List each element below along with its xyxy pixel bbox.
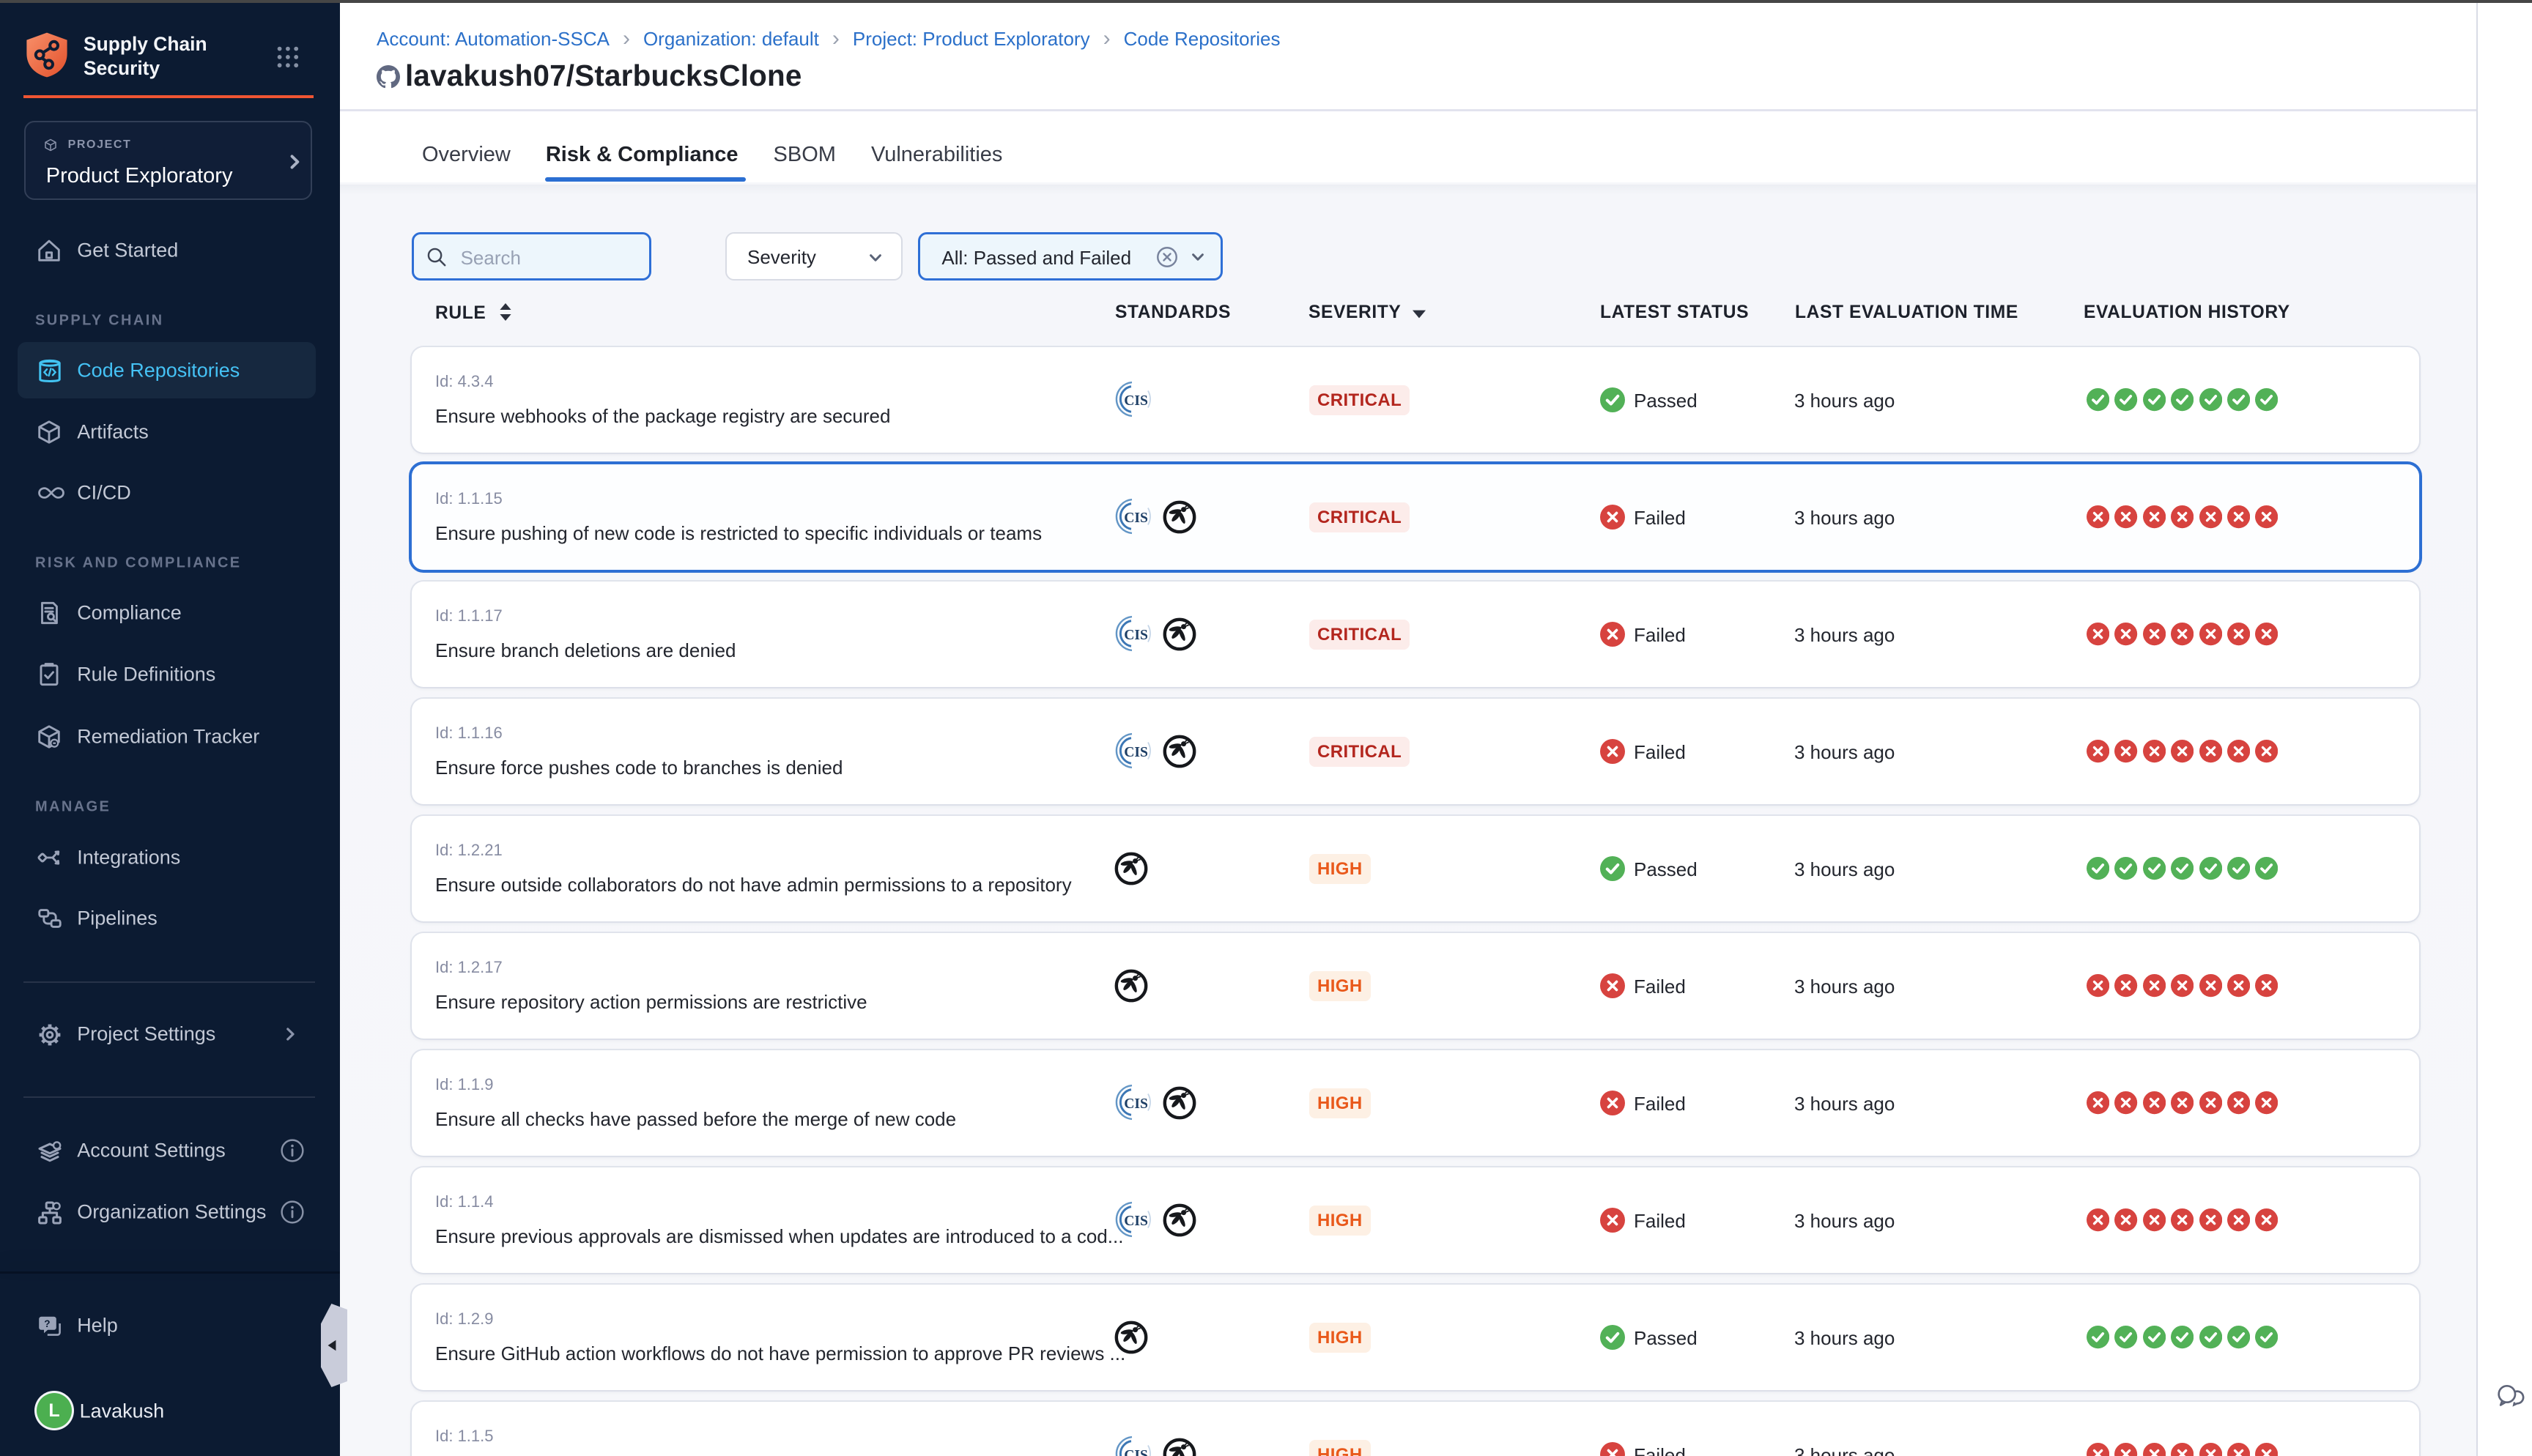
svg-text:CIS: CIS	[1124, 745, 1148, 760]
svg-text:CIS: CIS	[1124, 1096, 1148, 1112]
svg-text:CIS: CIS	[1124, 628, 1148, 643]
svg-text:CIS: CIS	[1124, 1214, 1148, 1229]
svg-text:CIS: CIS	[1124, 1448, 1148, 1456]
svg-text:?: ?	[44, 1318, 50, 1329]
svg-text:CIS: CIS	[1124, 510, 1148, 526]
svg-text:CIS: CIS	[1124, 393, 1148, 409]
